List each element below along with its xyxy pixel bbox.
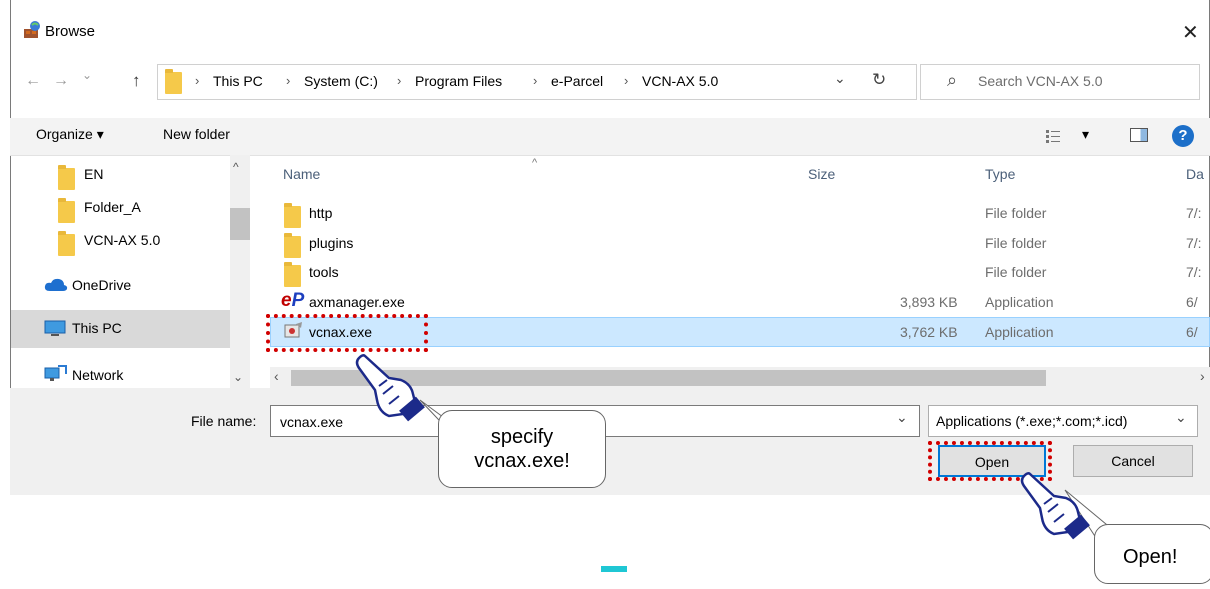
back-button[interactable]: ← <box>25 72 41 90</box>
file-type: Application <box>985 324 1054 340</box>
organize-button[interactable]: Organize ▾ <box>36 126 104 143</box>
address-dropdown-icon[interactable]: ⌄ <box>834 70 846 87</box>
sort-indicator-icon: ^ <box>532 157 538 169</box>
file-date: 7/: <box>1186 205 1202 221</box>
forward-button[interactable]: → <box>53 72 69 90</box>
sidebar-item-this-pc[interactable]: This PC <box>72 320 122 336</box>
folder-icon <box>284 203 301 228</box>
breadcrumb-system-c[interactable]: System (C:) <box>304 73 378 89</box>
sidebar-item-en[interactable]: EN <box>84 166 103 182</box>
sidebar-scroll-up-icon[interactable]: ^ <box>233 160 239 174</box>
sidebar-item-network[interactable]: Network <box>72 367 123 383</box>
pointing-hand-icon <box>1020 472 1090 540</box>
vcnax-highlight-box <box>266 314 428 352</box>
window-title: Browse <box>45 23 96 40</box>
file-date: 7/: <box>1186 235 1202 251</box>
app-icon <box>22 20 42 40</box>
file-name-dropdown-icon[interactable]: ⌄ <box>896 409 908 426</box>
breadcrumb-this-pc[interactable]: This PC <box>213 73 263 89</box>
file-date: 6/ <box>1186 294 1198 310</box>
computer-icon <box>44 320 66 338</box>
file-date: 6/ <box>1186 324 1198 340</box>
sidebar-item-folder-a[interactable]: Folder_A <box>84 199 141 215</box>
callout-open: Open! <box>1094 524 1210 584</box>
close-icon[interactable]: ✕ <box>1182 20 1199 45</box>
column-header-date[interactable]: Da <box>1186 166 1204 182</box>
preview-pane-icon[interactable] <box>1130 128 1148 142</box>
folder-icon <box>284 262 301 287</box>
pointing-hand-icon <box>355 354 425 422</box>
folder-icon <box>165 69 182 94</box>
scroll-left-icon[interactable]: ‹ <box>274 368 279 384</box>
sidebar-scrollbar[interactable] <box>230 155 250 388</box>
cloud-icon <box>44 278 68 292</box>
file-name-label: File name: <box>191 413 257 429</box>
breadcrumb-e-parcel[interactable]: e-Parcel <box>551 73 603 89</box>
breadcrumb-program-files[interactable]: Program Files <box>415 73 502 89</box>
file-type: Application <box>985 294 1054 310</box>
file-name-tools[interactable]: tools <box>309 264 339 280</box>
column-header-size[interactable]: Size <box>808 166 835 182</box>
file-type: File folder <box>985 264 1047 280</box>
up-button[interactable]: ↑ <box>132 71 141 91</box>
file-size: 3,893 KB <box>900 294 958 310</box>
view-options-icon[interactable] <box>1046 129 1060 143</box>
recent-locations-button[interactable]: ⌄ <box>82 68 92 82</box>
breadcrumb-separator: › <box>195 73 200 88</box>
teal-marker <box>601 566 627 572</box>
breadcrumb-separator: › <box>624 73 629 88</box>
axmanager-icon: eP <box>281 290 305 311</box>
breadcrumb-separator: › <box>397 73 402 88</box>
file-type-value: Applications (*.exe;*.com;*.icd) <box>936 413 1128 429</box>
view-dropdown-icon[interactable]: ▾ <box>1082 126 1089 143</box>
file-name-axmanager[interactable]: axmanager.exe <box>309 294 405 310</box>
search-placeholder: Search VCN-AX 5.0 <box>978 73 1103 89</box>
file-name-http[interactable]: http <box>309 205 332 221</box>
file-type: File folder <box>985 205 1047 221</box>
new-folder-button[interactable]: New folder <box>163 126 230 142</box>
sidebar-item-vcn-ax[interactable]: VCN-AX 5.0 <box>84 232 160 248</box>
breadcrumb-separator: › <box>286 73 291 88</box>
file-name-plugins[interactable]: plugins <box>309 235 353 251</box>
sidebar-scroll-thumb[interactable] <box>230 208 250 240</box>
breadcrumb-separator: › <box>533 73 538 88</box>
callout-specify: specify vcnax.exe! <box>438 410 606 488</box>
folder-icon <box>58 198 75 223</box>
column-header-type[interactable]: Type <box>985 166 1015 182</box>
refresh-icon[interactable]: ↻ <box>872 70 886 90</box>
breadcrumb-vcn-ax[interactable]: VCN-AX 5.0 <box>642 73 718 89</box>
folder-icon <box>284 233 301 258</box>
sidebar-scroll-down-icon[interactable]: ⌄ <box>233 370 243 384</box>
file-type: File folder <box>985 235 1047 251</box>
folder-icon <box>58 165 75 190</box>
file-size: 3,762 KB <box>900 324 958 340</box>
sidebar-item-onedrive[interactable]: OneDrive <box>72 277 131 293</box>
file-name-value: vcnax.exe <box>280 414 344 430</box>
file-type-dropdown-icon[interactable]: ⌄ <box>1175 409 1187 426</box>
network-icon <box>44 364 68 382</box>
search-icon: ⌕ <box>947 70 958 90</box>
scroll-right-icon[interactable]: › <box>1200 368 1205 384</box>
folder-icon <box>58 231 75 256</box>
column-header-name[interactable]: Name <box>283 166 320 182</box>
file-date: 7/: <box>1186 264 1202 280</box>
help-icon[interactable]: ? <box>1172 125 1194 147</box>
